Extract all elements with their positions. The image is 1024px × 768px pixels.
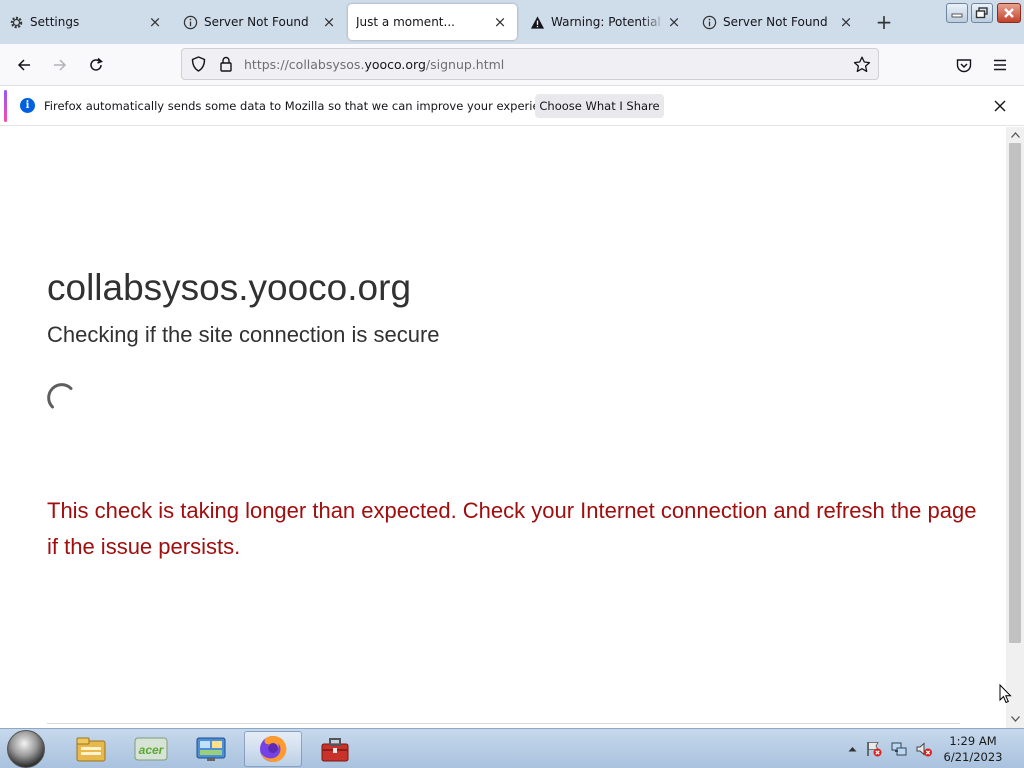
url-prefix: https://collabsysos. xyxy=(244,56,365,72)
close-tab-icon[interactable]: × xyxy=(146,13,164,31)
choose-what-i-share-button[interactable]: Choose What I Share xyxy=(535,94,664,118)
close-tab-icon[interactable]: × xyxy=(320,13,338,31)
loading-spinner-icon xyxy=(47,383,73,409)
show-hidden-icons-arrow-icon[interactable] xyxy=(842,739,862,759)
minimize-button[interactable] xyxy=(946,3,968,23)
new-tab-plus-icon[interactable]: + xyxy=(872,10,896,34)
info-icon xyxy=(182,14,198,30)
page-content: collabsysos.yooco.org Checking if the si… xyxy=(0,127,1006,727)
tab-settings[interactable]: Settings × xyxy=(0,4,172,40)
url-bar[interactable]: https://collabsysos.yooco.org/signup.htm… xyxy=(181,48,879,80)
action-center-flag-icon[interactable] xyxy=(864,739,884,759)
tab-strip: Settings × Server Not Found × Just a mom… xyxy=(0,0,1024,44)
clock-time: 1:29 AM xyxy=(949,734,997,748)
page-subtitle: Checking if the site connection is secur… xyxy=(47,322,440,347)
menu-hamburger-icon[interactable] xyxy=(986,52,1014,78)
tab-title: Warning: Potential Security Risk Ahead xyxy=(551,15,665,29)
notification-message: Firefox automatically sends some data to… xyxy=(44,99,564,113)
timeout-warning-text: This check is taking longer than expecte… xyxy=(47,498,977,559)
scrollbar-thumb[interactable] xyxy=(1009,143,1021,643)
tab-title: Server Not Found xyxy=(204,15,309,29)
close-tab-icon[interactable]: × xyxy=(491,13,509,31)
back-arrow-icon[interactable] xyxy=(10,52,38,78)
url-text[interactable]: https://collabsysos.yooco.org/signup.htm… xyxy=(244,57,850,72)
close-icon[interactable] xyxy=(990,96,1010,116)
control-panel-icon[interactable] xyxy=(182,731,240,767)
info-icon xyxy=(701,14,717,30)
restore-button[interactable] xyxy=(971,3,993,23)
gear-icon xyxy=(8,14,24,30)
firefox-taskbar-icon[interactable] xyxy=(244,731,302,767)
notification-accent xyxy=(4,90,7,122)
lock-icon[interactable] xyxy=(214,52,238,76)
file-explorer-icon[interactable] xyxy=(62,731,120,767)
footer-divider xyxy=(47,723,960,724)
tab-title: Settings xyxy=(30,15,80,29)
tab-server-not-found[interactable]: Server Not Found × xyxy=(174,4,346,40)
start-button[interactable] xyxy=(7,730,45,768)
taskbar: acer 1:29 AM 6/21/2023 xyxy=(0,728,1024,768)
tab-security-warning[interactable]: Warning: Potential Security Risk Ahead × xyxy=(521,4,691,40)
notification-bar: i Firefox automatically sends some data … xyxy=(0,86,1024,126)
close-tab-icon[interactable]: × xyxy=(837,13,855,31)
url-path: /signup.html xyxy=(425,56,505,72)
bookmark-star-icon[interactable] xyxy=(850,52,874,76)
tracking-shield-icon[interactable] xyxy=(186,52,210,76)
tab-title: Just a moment... xyxy=(356,15,455,29)
tab-title: Server Not Found xyxy=(723,15,828,29)
mouse-cursor-icon xyxy=(999,684,1012,704)
navigation-toolbar: https://collabsysos.yooco.org/signup.htm… xyxy=(0,44,1024,86)
network-icon[interactable] xyxy=(889,739,909,759)
tab-server-not-found-2[interactable]: Server Not Found × xyxy=(693,4,863,40)
clock-date: 6/21/2023 xyxy=(943,750,1003,764)
url-domain: yooco.org xyxy=(364,56,426,72)
close-window-button[interactable] xyxy=(997,3,1021,23)
close-tab-icon[interactable]: × xyxy=(665,13,683,31)
acer-app-icon[interactable]: acer xyxy=(122,731,180,767)
forward-arrow-icon[interactable] xyxy=(46,52,74,78)
reload-icon[interactable] xyxy=(82,52,110,78)
pocket-icon[interactable] xyxy=(950,52,978,78)
site-title: collabsysos.yooco.org xyxy=(47,267,412,308)
info-icon: i xyxy=(20,98,35,113)
volume-muted-icon[interactable] xyxy=(914,739,934,759)
warning-icon xyxy=(529,14,545,30)
scroll-up-arrow-icon[interactable] xyxy=(1006,127,1024,143)
svg-text:acer: acer xyxy=(139,743,165,757)
scroll-down-arrow-icon[interactable] xyxy=(1006,711,1024,727)
vertical-scrollbar[interactable] xyxy=(1006,127,1024,728)
taskbar-clock[interactable]: 1:29 AM 6/21/2023 xyxy=(940,733,1006,765)
toolbox-app-icon[interactable] xyxy=(306,731,364,767)
tab-just-a-moment[interactable]: Just a moment... × xyxy=(348,4,517,40)
